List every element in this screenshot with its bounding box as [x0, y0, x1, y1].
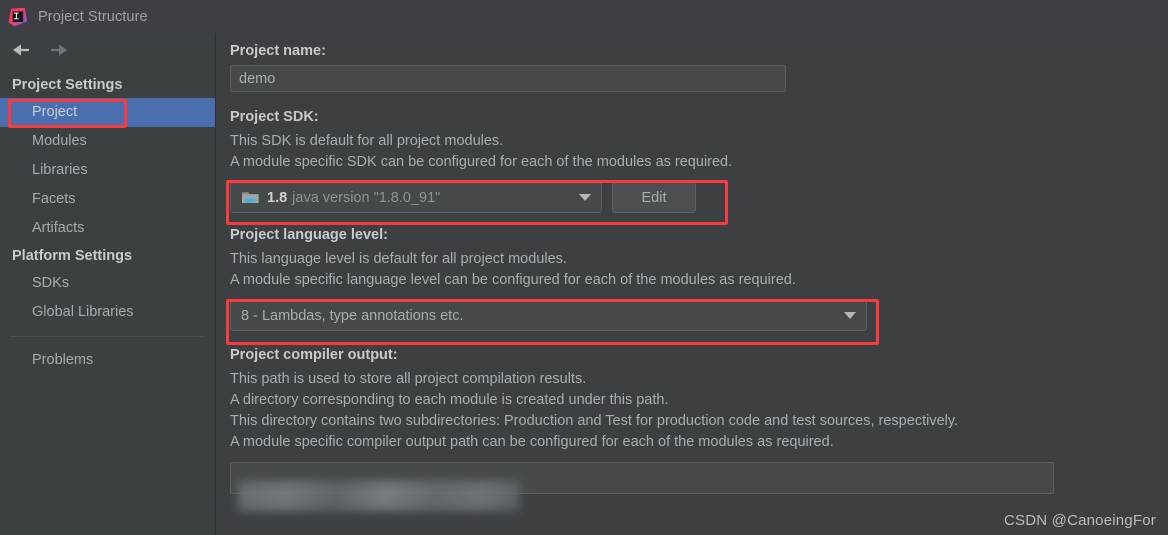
java-sdk-folder-icon	[241, 189, 260, 206]
settings-sidebar: Project Settings Project Modules Librari…	[0, 33, 216, 535]
arrow-right-icon	[48, 41, 70, 59]
sidebar-group-platform-settings: Platform Settings	[12, 248, 133, 264]
arrow-left-icon[interactable]	[10, 41, 32, 59]
language-level-combobox[interactable]: 8 - Lambdas, type annotations etc.	[230, 300, 867, 331]
project-settings-panel: Project name: demo Project SDK: This SDK…	[217, 33, 1168, 535]
language-level-description-line-1: This language level is default for all p…	[230, 251, 567, 267]
project-sdk-description-line-1: This SDK is default for all project modu…	[230, 133, 504, 149]
project-structure-dialog: Project Structure Project Settings Proje…	[0, 0, 1168, 535]
compiler-output-label: Project compiler output:	[230, 347, 398, 363]
project-name-label: Project name:	[230, 43, 326, 59]
language-level-value: 8 - Lambdas, type annotations etc.	[241, 307, 464, 324]
project-sdk-value: 1.8 java version "1.8.0_91"	[267, 190, 571, 206]
edit-sdk-button[interactable]: Edit	[612, 182, 696, 213]
compiler-output-description-line-2: A directory corresponding to each module…	[230, 392, 669, 408]
chevron-down-icon[interactable]	[844, 312, 856, 319]
sidebar-item-modules[interactable]: Modules	[0, 127, 215, 156]
sidebar-group-project-settings: Project Settings	[12, 77, 123, 93]
redacted-compiler-output-path	[238, 481, 520, 511]
project-sdk-version-detail: java version "1.8.0_91"	[292, 189, 441, 206]
language-level-description-line-2: A module specific language level can be …	[230, 272, 796, 288]
sidebar-item-problems[interactable]: Problems	[0, 346, 215, 375]
compiler-output-description-line-3: This directory contains two subdirectori…	[230, 413, 959, 429]
sidebar-item-facets[interactable]: Facets	[0, 185, 215, 214]
project-sdk-version: 1.8	[267, 189, 288, 206]
window-titlebar: Project Structure	[0, 0, 1168, 33]
navigation-arrows	[0, 33, 215, 66]
sidebar-divider	[10, 336, 205, 337]
chevron-down-icon[interactable]	[579, 194, 591, 201]
csdn-watermark: CSDN @CanoeingFor	[1003, 512, 1156, 529]
sidebar-item-project[interactable]: Project	[0, 98, 215, 127]
sidebar-item-artifacts[interactable]: Artifacts	[0, 214, 215, 243]
sidebar-item-sdks[interactable]: SDKs	[0, 269, 215, 298]
project-sdk-row: 1.8 java version "1.8.0_91" Edit	[230, 182, 1168, 213]
project-sdk-description-line-2: A module specific SDK can be configured …	[230, 154, 733, 170]
project-sdk-combobox[interactable]: 1.8 java version "1.8.0_91"	[230, 182, 602, 213]
sidebar-item-global-libraries[interactable]: Global Libraries	[0, 298, 215, 327]
sidebar-item-libraries[interactable]: Libraries	[0, 156, 215, 185]
project-name-input[interactable]: demo	[230, 65, 786, 92]
language-level-label: Project language level:	[230, 227, 388, 243]
project-sdk-label: Project SDK:	[230, 109, 319, 125]
compiler-output-description-line-1: This path is used to store all project c…	[230, 371, 587, 387]
compiler-output-description-line-4: A module specific compiler output path c…	[230, 434, 834, 450]
settings-tree: Project Settings Project Modules Librari…	[0, 66, 215, 375]
intellij-idea-logo-icon	[8, 7, 28, 27]
window-title: Project Structure	[38, 8, 148, 25]
